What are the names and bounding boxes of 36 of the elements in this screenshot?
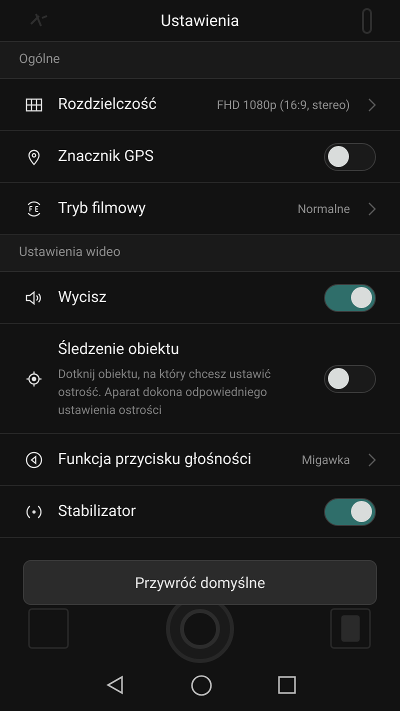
chevron-right-icon xyxy=(368,452,376,467)
chevron-right-icon xyxy=(368,98,376,112)
settings-row[interactable]: Stabilizator xyxy=(0,486,400,538)
toggle-switch[interactable] xyxy=(324,364,376,393)
video-mode-icon xyxy=(330,608,371,650)
row-label: Tryb filmowy xyxy=(58,198,147,219)
chevron-right-icon xyxy=(368,202,376,216)
toggle-switch[interactable] xyxy=(324,142,376,170)
row-label: Znacznik GPS xyxy=(58,146,155,167)
row-value: Migawka xyxy=(302,452,350,469)
row-label: Śledzenie obiektu xyxy=(58,339,180,360)
back-icon[interactable] xyxy=(104,675,124,695)
settings-row[interactable]: Funkcja przycisku głośności Migawka xyxy=(0,434,400,486)
toggle-switch[interactable] xyxy=(324,498,376,526)
volume-key-icon xyxy=(24,450,44,470)
target-icon xyxy=(24,368,44,389)
home-icon[interactable] xyxy=(190,674,212,696)
row-label: Wycisz xyxy=(58,286,108,308)
section-title: Ogólne xyxy=(19,51,60,70)
settings-row[interactable]: Znacznik GPS xyxy=(0,131,400,183)
settings-row[interactable]: Śledzenie obiektu Dotknij obiektu, na który chcesz ustawić ostrość. Aparat dokona odpowiedniego ustawienia ostrości xyxy=(0,324,400,434)
row-label: Rozdzielczość xyxy=(58,94,158,115)
row-label: Stabilizator xyxy=(58,501,137,522)
reset-defaults-button[interactable]: Przywróć domyślne xyxy=(23,560,377,606)
row-label: Funkcja przycisku głośności xyxy=(58,449,252,470)
switch-camera-icon xyxy=(360,6,374,36)
settings-row[interactable]: Rozdzielczość FHD 1080p (16:9, stereo) xyxy=(0,79,400,131)
toggle-switch[interactable] xyxy=(324,284,376,312)
window-title: Ustawienia xyxy=(160,10,240,32)
row-value: FHD 1080p (16:9, stereo) xyxy=(216,96,350,114)
row-description: Dotknij obiektu, na który chcesz ustawić ostrość. Aparat dokona odpowiedniego ustawienia ostrości xyxy=(58,366,272,420)
recent-apps-icon[interactable] xyxy=(278,676,296,694)
row-value: Normalne xyxy=(298,200,350,218)
gallery-thumbnail-icon xyxy=(28,608,69,650)
section-title: Ustawienia wideo xyxy=(19,244,120,262)
settings-row[interactable]: Wycisz xyxy=(0,272,400,324)
